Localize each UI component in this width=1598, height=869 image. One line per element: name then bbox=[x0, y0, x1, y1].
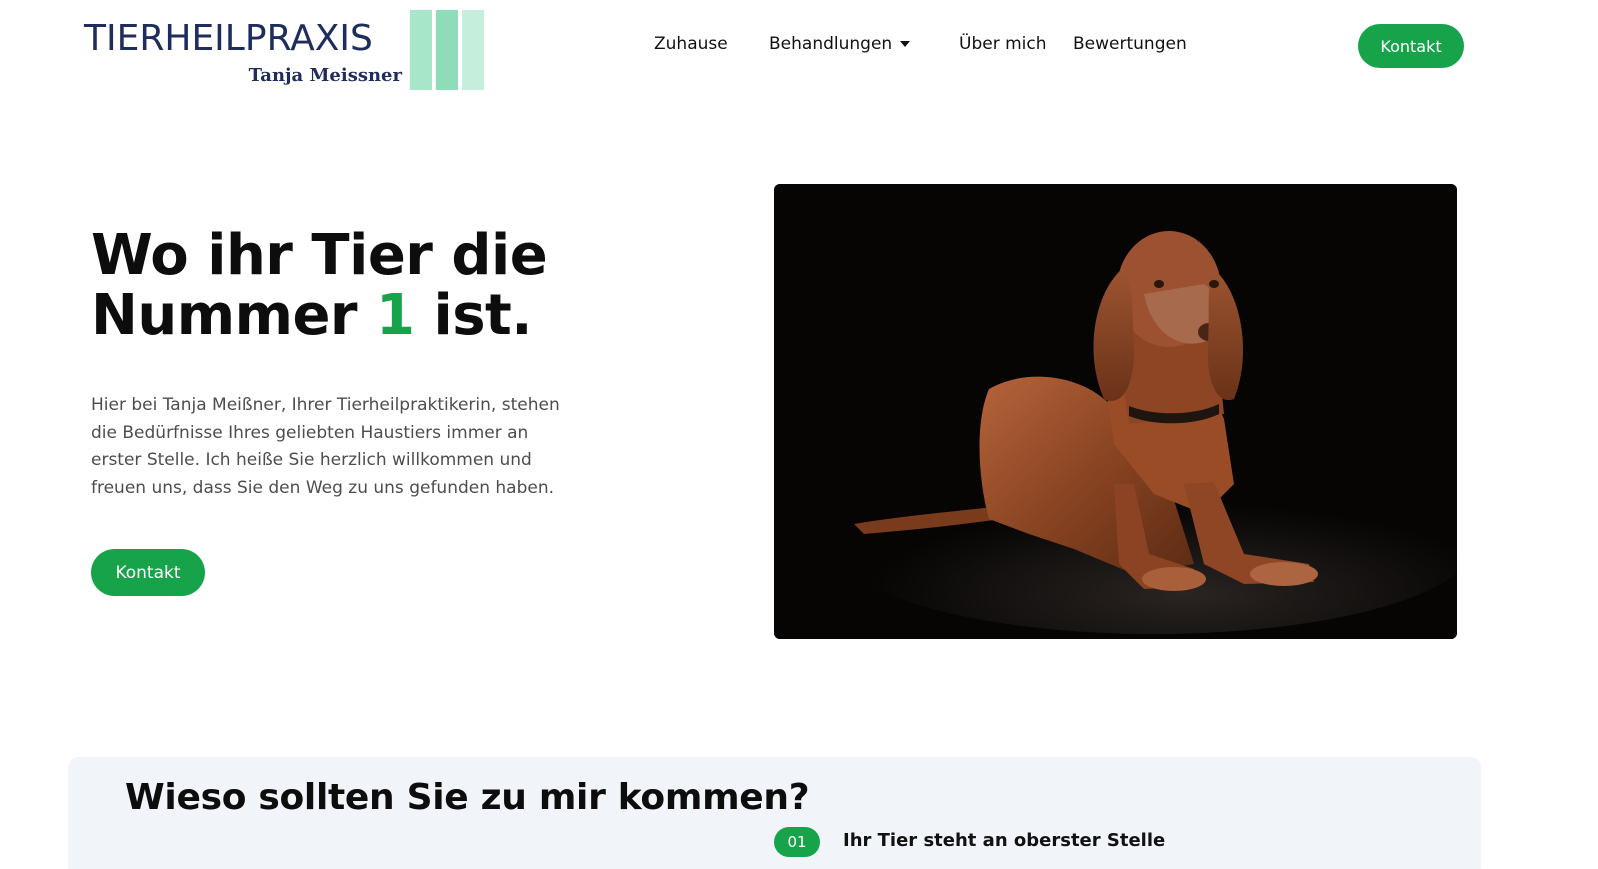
page: TIERHEILPRAXIS Tanja Meissner Zuhause Be… bbox=[0, 0, 1598, 869]
hero-title-text-end: ist. bbox=[414, 283, 533, 348]
why-title: Wieso sollten Sie zu mir kommen? bbox=[125, 777, 810, 818]
logo-subtitle: Tanja Meissner bbox=[248, 65, 402, 86]
nav-item-behandlungen[interactable]: Behandlungen bbox=[769, 34, 911, 54]
hero-description: Hier bei Tanja Meißner, Ihrer Tierheilpr… bbox=[91, 395, 560, 498]
feature-number-badge: 01 bbox=[774, 827, 820, 857]
feature-title: Ihr Tier steht an oberster Stelle bbox=[843, 830, 1166, 851]
nav-item-zuhause[interactable]: Zuhause bbox=[654, 34, 728, 54]
site-logo[interactable]: TIERHEILPRAXIS Tanja Meissner bbox=[84, 10, 484, 90]
hero-title-line-1: Wo ihr Tier die bbox=[91, 223, 548, 288]
hero-title-line-2: Nummer 1 ist. bbox=[91, 286, 547, 346]
logo-bars-icon bbox=[410, 10, 484, 90]
hero-dog-image bbox=[774, 184, 1457, 639]
chevron-down-icon bbox=[900, 41, 911, 47]
hero-title-text: Nummer bbox=[91, 283, 377, 348]
hero-title: Wo ihr Tier die Nummer 1 ist. bbox=[91, 223, 548, 346]
nav-item-label: Behandlungen bbox=[769, 34, 893, 54]
dog-photo-icon bbox=[774, 184, 1457, 639]
nav-item-ueber-mich[interactable]: Über mich bbox=[959, 34, 1047, 54]
header-contact-button[interactable]: Kontakt bbox=[1358, 24, 1464, 68]
logo-title: TIERHEILPRAXIS bbox=[84, 18, 373, 59]
why-section: Wieso sollten Sie zu mir kommen? 01 Ihr … bbox=[68, 757, 1481, 869]
hero-contact-button[interactable]: Kontakt bbox=[91, 549, 205, 596]
nav-item-bewertungen[interactable]: Bewertungen bbox=[1073, 34, 1187, 54]
hero-title-number: 1 bbox=[376, 283, 415, 348]
